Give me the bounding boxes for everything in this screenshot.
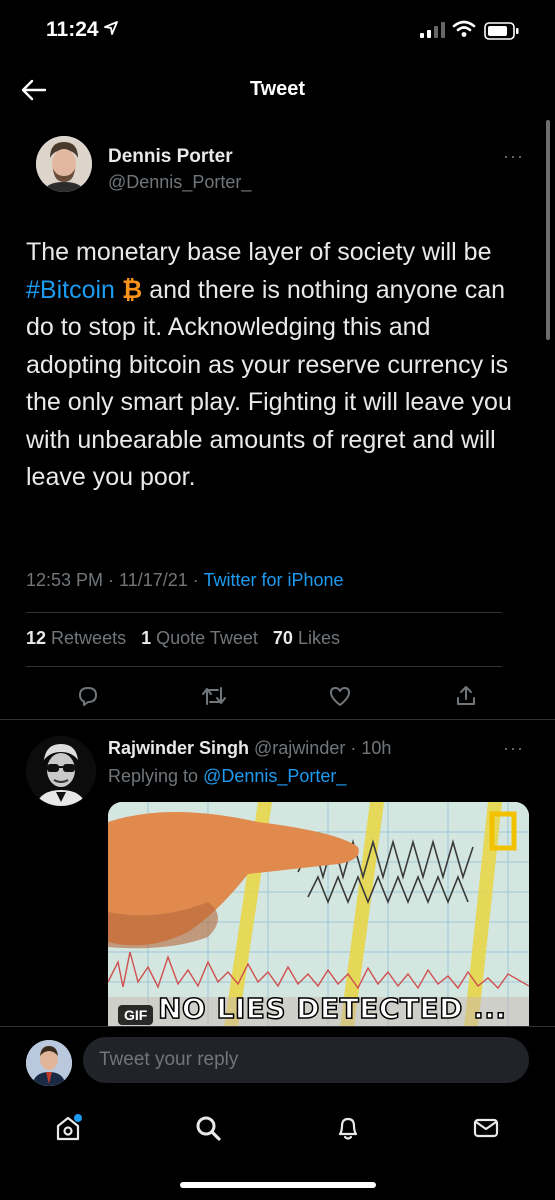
reply-time: 10h	[361, 738, 392, 758]
mail-icon	[473, 1118, 499, 1138]
reply-button[interactable]	[68, 676, 108, 716]
tweet-actions	[0, 676, 555, 716]
quote-label: Quote Tweet	[156, 628, 258, 648]
tab-search[interactable]	[188, 1108, 228, 1148]
tab-messages[interactable]	[466, 1108, 506, 1148]
cellular-signal-icon	[420, 22, 445, 38]
reply-icon	[79, 687, 97, 706]
tweet-text-end: and there is nothing anyone can do to st…	[26, 275, 512, 492]
retweet-button[interactable]	[194, 676, 234, 716]
tweet-stats: 12 Retweets 1 Quote Tweet 70 Likes	[26, 628, 340, 649]
bell-icon	[338, 1117, 358, 1140]
retweets-count: 12	[26, 628, 47, 648]
page-title: Tweet	[249, 78, 306, 100]
home-indicator	[180, 1182, 376, 1188]
more-options-icon[interactable]: ···	[503, 738, 524, 759]
battery-icon	[484, 22, 519, 40]
tweet-date: 11/17/21	[119, 570, 188, 590]
author-handle[interactable]: @Dennis_Porter_	[108, 172, 251, 193]
notification-dot	[74, 1114, 82, 1122]
scrollbar[interactable]	[546, 120, 550, 340]
replying-to-link[interactable]: @Dennis_Porter_	[203, 766, 346, 786]
status-time: 11:24	[46, 18, 99, 41]
tweet-time: 12:53 PM	[26, 570, 104, 590]
status-bar: 11:24	[0, 0, 555, 60]
author-avatar[interactable]	[36, 136, 92, 192]
gif-media[interactable]: GIF NO LIES DETECTED ...	[108, 802, 529, 1027]
tweet-text-start: The monetary base layer of society will …	[26, 238, 492, 266]
tweet-text: The monetary base layer of society will …	[26, 234, 526, 497]
share-icon	[457, 686, 475, 705]
nav-bar: Tweet	[0, 60, 555, 120]
tab-bar	[0, 1096, 555, 1200]
replying-to: Replying to @Dennis_Porter_	[108, 766, 346, 787]
retweet-icon	[202, 687, 226, 705]
search-icon	[196, 1116, 221, 1141]
divider	[26, 666, 502, 667]
bitcoin-icon: ₿	[121, 275, 143, 304]
reply-input[interactable]	[83, 1037, 529, 1083]
reply-author: Rajwinder Singh @rajwinder · 10h	[108, 738, 391, 759]
gif-badge: GIF	[118, 1005, 154, 1025]
meta-separator: ·	[103, 570, 120, 590]
reply-composer	[0, 1026, 555, 1096]
meta-separator: ·	[187, 570, 204, 590]
tab-notifications[interactable]	[328, 1108, 368, 1148]
quote-tweets-stat[interactable]: 1 Quote Tweet	[141, 628, 258, 648]
more-options-icon[interactable]: ···	[503, 146, 524, 167]
quote-count: 1	[141, 628, 152, 648]
meta-separator: ·	[345, 738, 362, 758]
wifi-icon	[452, 20, 476, 37]
tweet-source-link[interactable]: Twitter for iPhone	[203, 570, 343, 590]
heart-icon	[330, 687, 350, 706]
reply-author-avatar[interactable]	[26, 736, 96, 806]
likes-count: 70	[272, 628, 293, 648]
my-avatar[interactable]	[26, 1040, 72, 1086]
reply-author-name[interactable]: Rajwinder Singh	[108, 738, 249, 758]
tweet-meta: 12:53 PM · 11/17/21 · Twitter for iPhone	[26, 570, 344, 591]
retweets-label: Retweets	[51, 628, 127, 648]
divider	[26, 612, 502, 613]
likes-stat[interactable]: 70 Likes	[273, 628, 340, 648]
likes-label: Likes	[297, 628, 340, 648]
replying-prefix: Replying to	[108, 766, 204, 786]
gif-caption: NO LIES DETECTED ...	[157, 991, 507, 1026]
retweets-stat[interactable]: 12 Retweets	[26, 628, 126, 648]
like-button[interactable]	[320, 676, 360, 716]
hashtag-link[interactable]: #Bitcoin	[26, 276, 115, 304]
divider	[0, 719, 555, 720]
reply-author-handle[interactable]: @rajwinder	[254, 738, 345, 758]
tab-home[interactable]	[48, 1108, 88, 1148]
location-arrow-icon	[104, 21, 118, 35]
author-name[interactable]: Dennis Porter	[108, 146, 233, 168]
share-button[interactable]	[446, 676, 486, 716]
